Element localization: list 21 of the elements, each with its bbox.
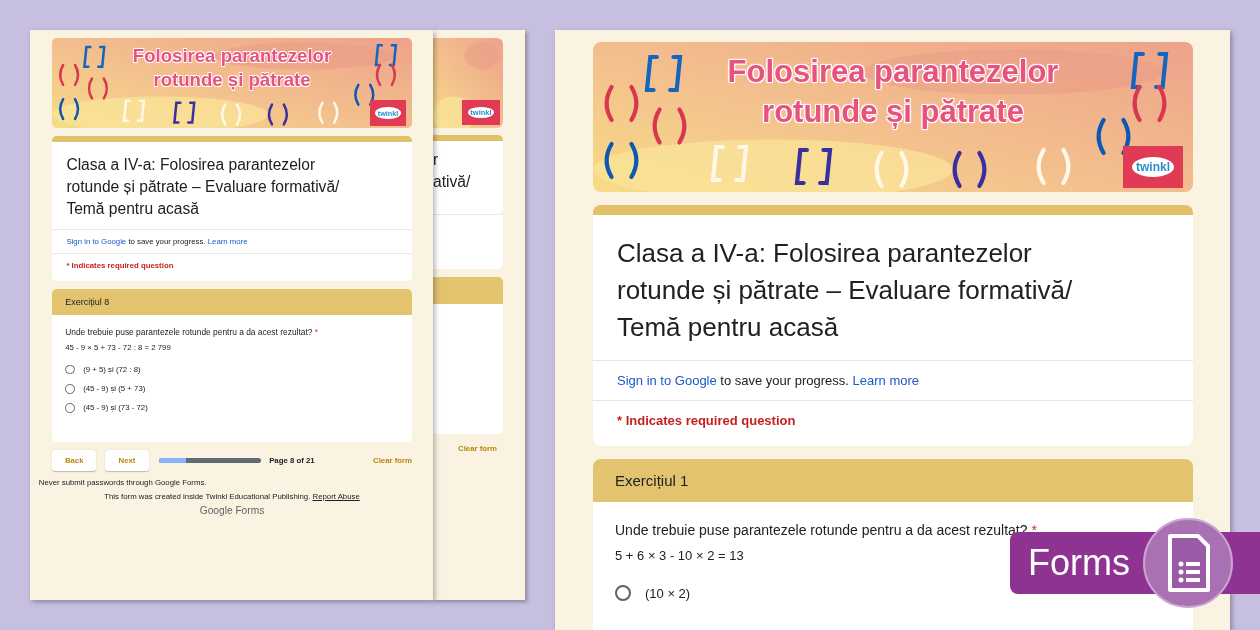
required-note: * Indicates required question (617, 413, 796, 428)
title-fragment: ativă/ (433, 173, 471, 190)
question-text: Unde trebuie puse parantezele rotunde pentru a da acest rezultat? * (65, 326, 318, 337)
form-title: Clasa a IV-a: Folosirea parantezelor rotunde și pătrate – Evaluare formativă/ Temă pentru acasă (616, 237, 1074, 344)
option-label: (10 × 2) (645, 585, 691, 601)
badge-label: Forms (1028, 542, 1130, 584)
form-title: Clasa a IV-a: Folosirea parantezelor rotunde și pătrate – Evaluare formativă/ Temă pentru acasă (65, 154, 341, 220)
sign-in-text: Sign in to Google to save your progress. Learn more (617, 373, 920, 388)
equation: 5 + 6 × 3 - 10 × 2 = 13 (615, 548, 744, 563)
section-title: Exercițiul 8 (65, 296, 110, 307)
banner-title: Folosirea parantezelor rotunde și pătrate (726, 53, 1060, 131)
banner-title: Folosirea parantezelor rotunde și pătrate (131, 44, 333, 92)
title-fragment: r (433, 151, 439, 168)
google-forms-logo: Google Forms (199, 505, 265, 517)
section-title: Exercițiul 1 (615, 472, 689, 489)
section-header (433, 277, 503, 304)
logo: twinkl (1123, 146, 1183, 188)
sign-in-link[interactable]: Sign in to Google (617, 373, 717, 388)
radio-button[interactable] (615, 585, 631, 601)
learn-more-link[interactable]: Learn more (852, 373, 920, 388)
question-text: Unde trebuie puse parantezele rotunde pentru a da acest rezultat? * (615, 522, 1037, 538)
